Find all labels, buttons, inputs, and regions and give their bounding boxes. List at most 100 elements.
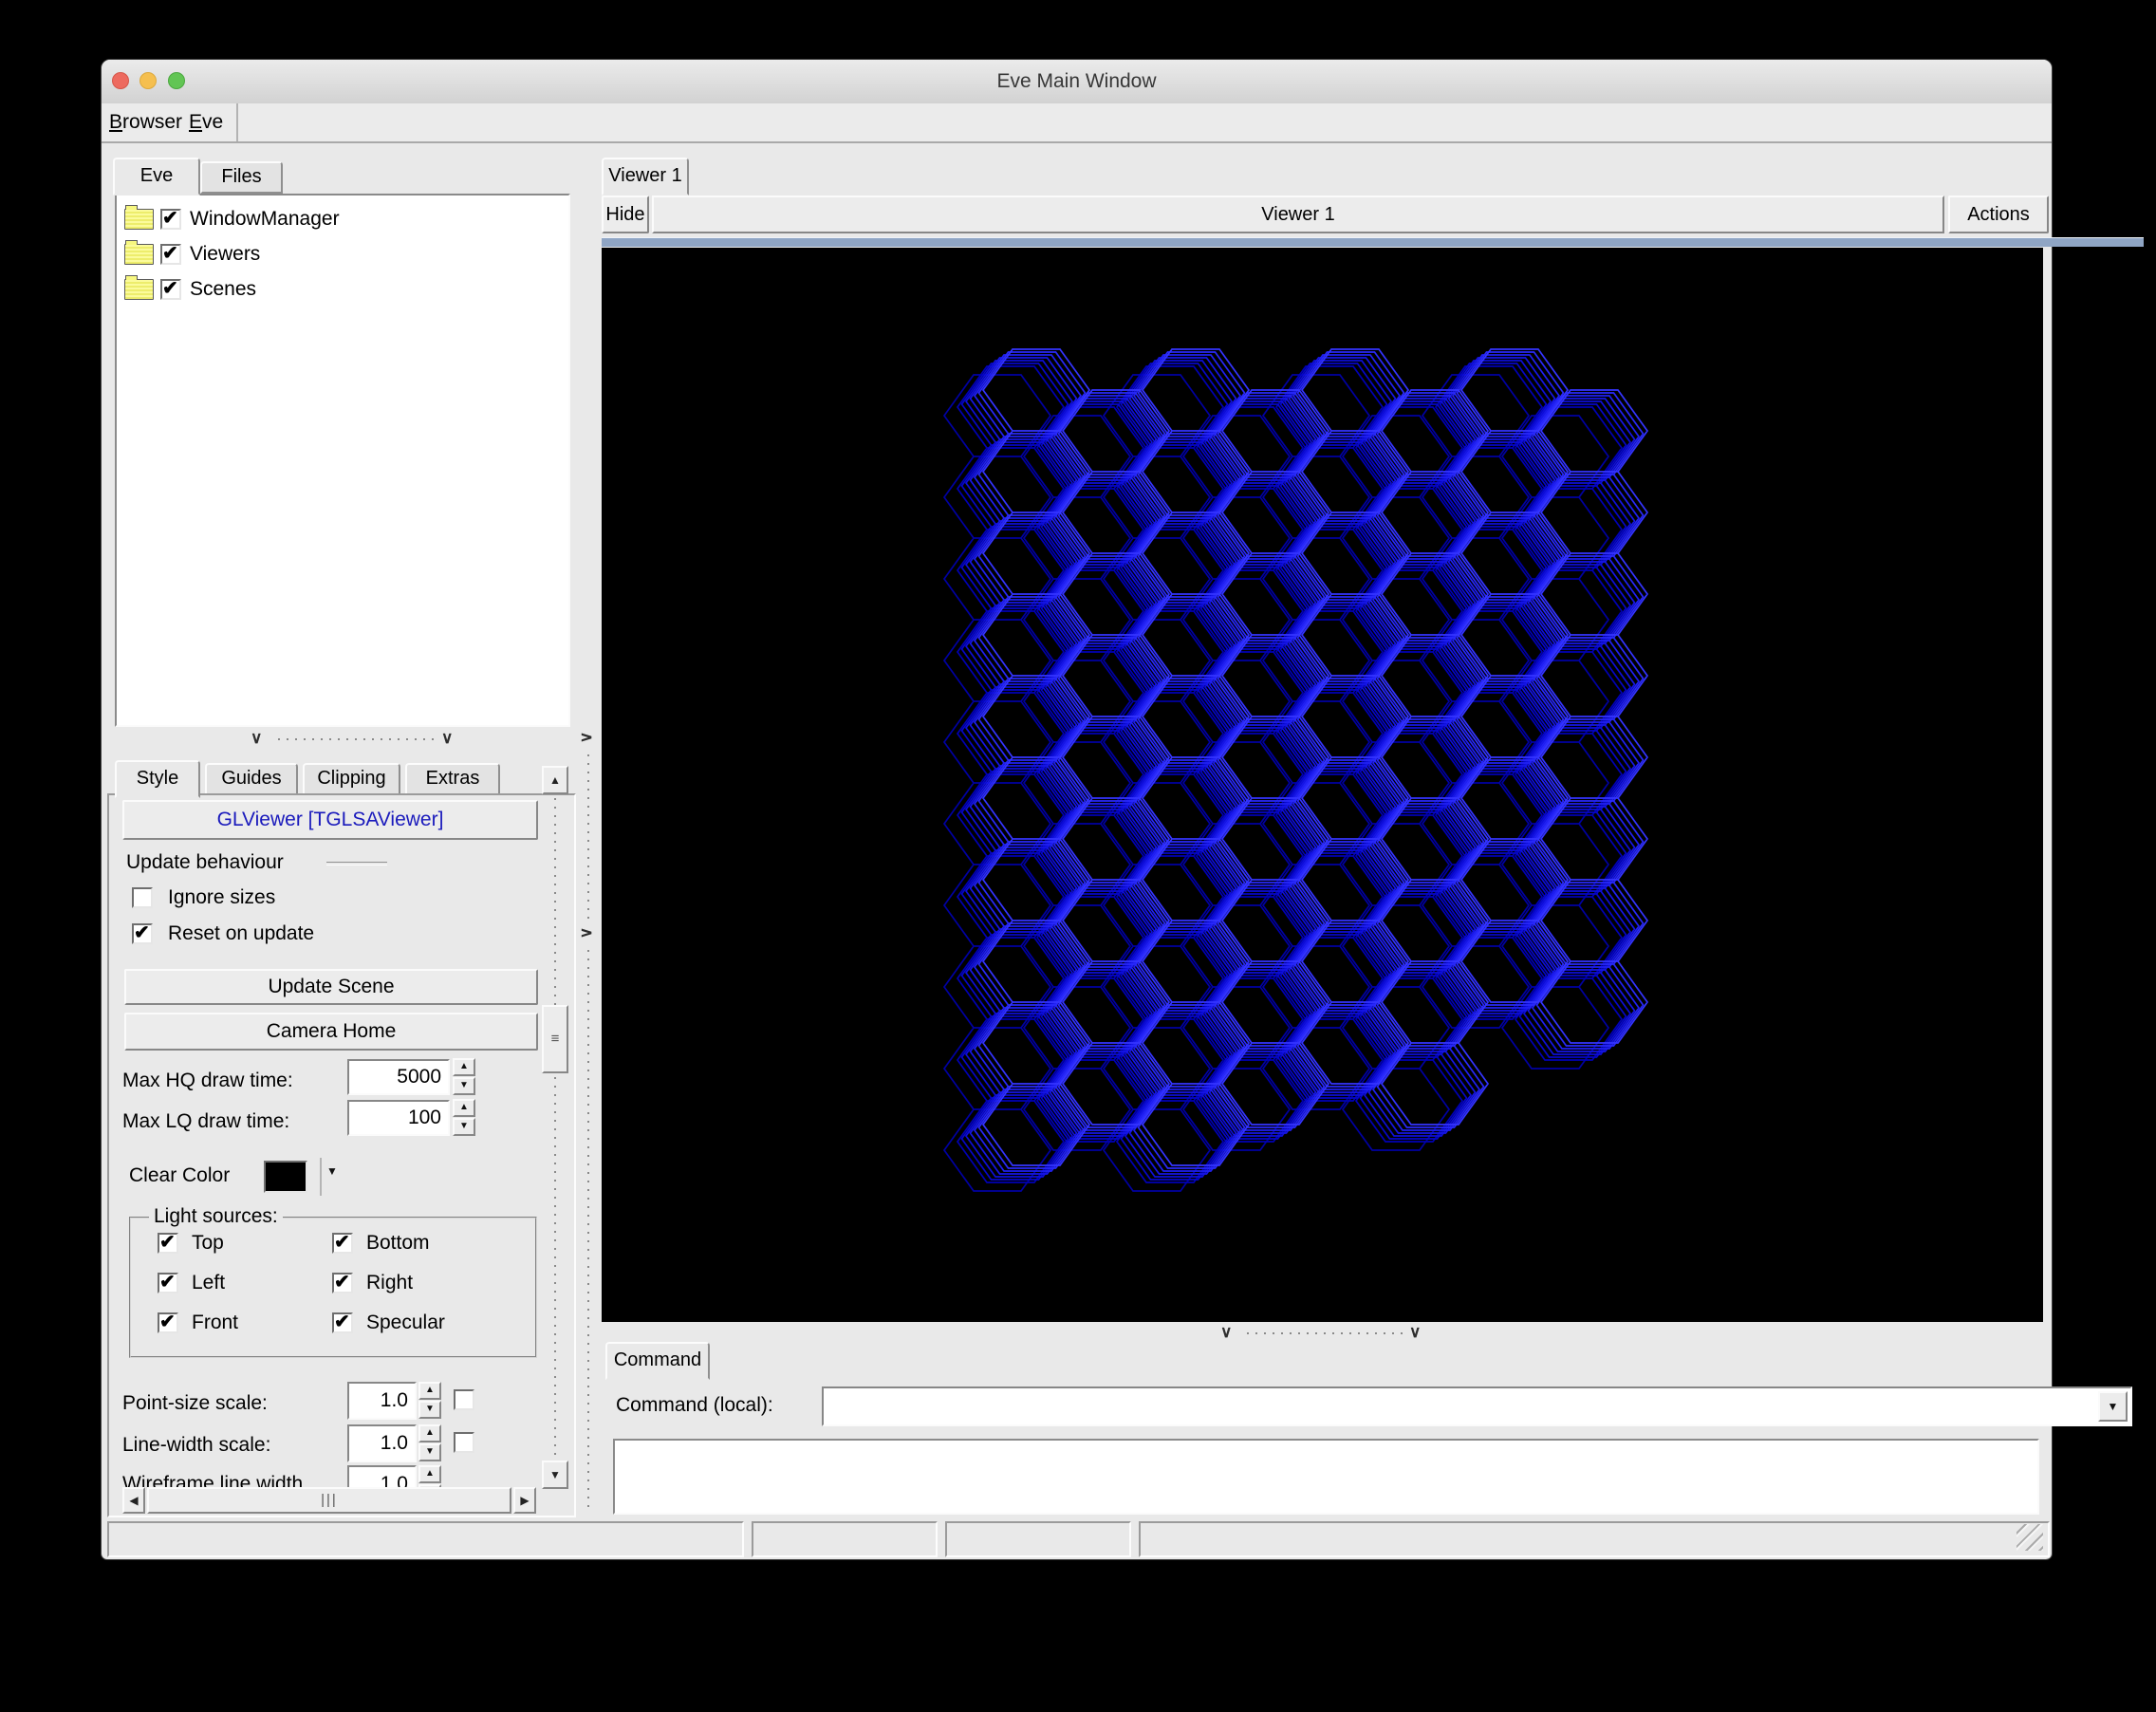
menu-browser[interactable]: Browser [109,103,182,141]
checkbox-light-front[interactable] [158,1310,178,1333]
checkbox-viewers[interactable] [160,241,181,265]
light-bottom-label[interactable]: Bottom [366,1232,430,1255]
splitter-chevron-down-icon[interactable]: ∨ [1220,1323,1232,1342]
ignore-sizes-label[interactable]: Ignore sizes [168,886,275,909]
max-lq-input[interactable]: 100 [347,1100,450,1136]
horizontal-scrollbar-thumb[interactable]: ||| [147,1487,511,1514]
scroll-right-icon[interactable]: ▶ [513,1487,536,1514]
eve-tree-panel: WindowManager Viewers Scenes [115,194,570,727]
checkbox-ignore-sizes[interactable] [132,887,153,908]
title-bar[interactable]: Eve Main Window [102,60,2052,104]
vertical-splitter[interactable] [587,950,589,1512]
spin-up-icon[interactable]: ▲ [418,1424,441,1442]
spin-down-icon[interactable]: ▼ [453,1077,475,1095]
light-right-label[interactable]: Right [366,1272,413,1294]
spin-up-icon[interactable]: ▲ [453,1058,475,1076]
tab-clipping[interactable]: Clipping [303,763,400,795]
app-window: Eve Main Window Browser Eve Eve Files Wi… [101,59,2144,1560]
update-behaviour-rule [326,862,387,865]
splitter-chevron-right-icon[interactable]: ∨ [577,732,596,743]
splitter-chevron-down-icon[interactable]: ∨ [441,729,453,748]
light-front-label[interactable]: Front [192,1312,238,1334]
resize-grip-icon[interactable] [2017,1524,2043,1551]
checkbox-line-width[interactable] [454,1432,474,1453]
tree-item-label[interactable]: Viewers [190,243,260,266]
splitter-chevron-right-icon[interactable]: ∨ [577,927,596,939]
status-segment [107,1521,744,1557]
viewer-title-bar[interactable]: Viewer 1 [652,195,1944,233]
max-lq-label: Max LQ draw time: [122,1110,290,1132]
light-top-label[interactable]: Top [192,1232,224,1255]
spin-down-icon[interactable]: ▼ [418,1401,441,1419]
checkbox-scenes[interactable] [160,276,181,300]
checkbox-point-size[interactable] [454,1389,474,1410]
checkbox-windowmanager[interactable] [160,206,181,230]
checkbox-light-left[interactable] [158,1270,178,1293]
splitter-chevron-down-icon[interactable]: ∨ [251,729,262,748]
checkbox-light-right[interactable] [332,1270,353,1293]
status-segment [945,1521,1131,1557]
point-size-label: Point-size scale: [122,1392,268,1414]
screen-background: Eve Main Window Browser Eve Eve Files Wi… [0,0,2156,1712]
clear-color-dropdown-icon[interactable]: ▼ [326,1164,338,1178]
horizontal-splitter[interactable] [1247,1332,1404,1334]
vertical-scrollbar-thumb[interactable]: ≡ [542,1005,568,1073]
tab-guides[interactable]: Guides [205,763,298,795]
tree-item-label[interactable]: Scenes [190,278,256,301]
max-lq-stepper[interactable]: ▲ ▼ [453,1099,475,1136]
checkbox-reset-on-update[interactable] [132,921,153,944]
light-sources-title: Light sources: [149,1206,283,1227]
menu-bar: Browser Eve [102,103,2052,143]
max-hq-stepper[interactable]: ▲ ▼ [453,1058,475,1095]
line-width-input[interactable]: 1.0 [347,1424,417,1462]
vertical-scrollbar-track[interactable] [554,1077,556,1457]
scroll-down-icon[interactable]: ▼ [542,1461,568,1489]
tree-row-scenes[interactable]: Scenes [117,271,568,307]
command-output-area[interactable] [613,1439,2039,1515]
checkbox-light-specular[interactable] [332,1310,353,1333]
tree-item-label[interactable]: WindowManager [190,208,340,231]
folder-icon [124,239,154,265]
line-width-stepper[interactable]: ▲ ▼ [418,1424,441,1461]
splitter-chevron-down-icon[interactable]: ∨ [1409,1323,1421,1342]
point-size-stepper[interactable]: ▲ ▼ [418,1382,441,1419]
update-behaviour-label: Update behaviour [126,851,284,873]
max-hq-input[interactable]: 5000 [347,1059,450,1095]
command-combobox[interactable]: ▼ [822,1386,2132,1426]
light-specular-label[interactable]: Specular [366,1312,445,1334]
combo-dropdown-icon[interactable]: ▼ [2098,1391,2128,1422]
menu-eve[interactable]: Eve [189,103,223,141]
command-input[interactable] [827,1390,2092,1423]
camera-home-button[interactable]: Camera Home [124,1013,538,1051]
glviewer-link-button[interactable]: GLViewer [TGLSAViewer] [122,800,538,840]
checkbox-light-bottom[interactable] [332,1230,353,1254]
spin-down-icon[interactable]: ▼ [418,1443,441,1461]
reset-on-update-label[interactable]: Reset on update [168,922,314,945]
spin-up-icon[interactable]: ▲ [453,1099,475,1117]
vertical-splitter[interactable] [587,754,589,923]
clear-color-swatch[interactable] [264,1161,307,1193]
tab-extras[interactable]: Extras [405,763,500,795]
tab-style[interactable]: Style [115,760,200,798]
spin-up-icon[interactable]: ▲ [418,1382,441,1400]
checkbox-light-top[interactable] [158,1230,178,1254]
spin-up-icon[interactable]: ▲ [418,1465,441,1483]
tree-row-windowmanager[interactable]: WindowManager [117,201,568,236]
scroll-left-icon[interactable]: ◀ [122,1487,145,1514]
point-size-input[interactable]: 1.0 [347,1382,417,1420]
vertical-scrollbar-track[interactable] [554,798,556,1005]
hide-button[interactable]: Hide [602,195,649,233]
spin-down-icon[interactable]: ▼ [453,1118,475,1136]
style-panel: GLViewer [TGLSAViewer] Update behaviour … [107,793,576,1517]
scroll-up-icon[interactable]: ▲ [542,766,568,794]
tab-viewer-1[interactable]: Viewer 1 [602,158,689,195]
actions-button[interactable]: Actions [1948,195,2049,233]
update-scene-button[interactable]: Update Scene [124,969,538,1005]
tree-row-viewers[interactable]: Viewers [117,236,568,271]
tab-files[interactable]: Files [200,161,283,194]
tab-eve[interactable]: Eve [113,158,200,195]
light-left-label[interactable]: Left [192,1272,225,1294]
tab-command[interactable]: Command [605,1342,710,1380]
gl-viewport[interactable] [602,248,2043,1322]
horizontal-splitter[interactable] [278,738,436,740]
